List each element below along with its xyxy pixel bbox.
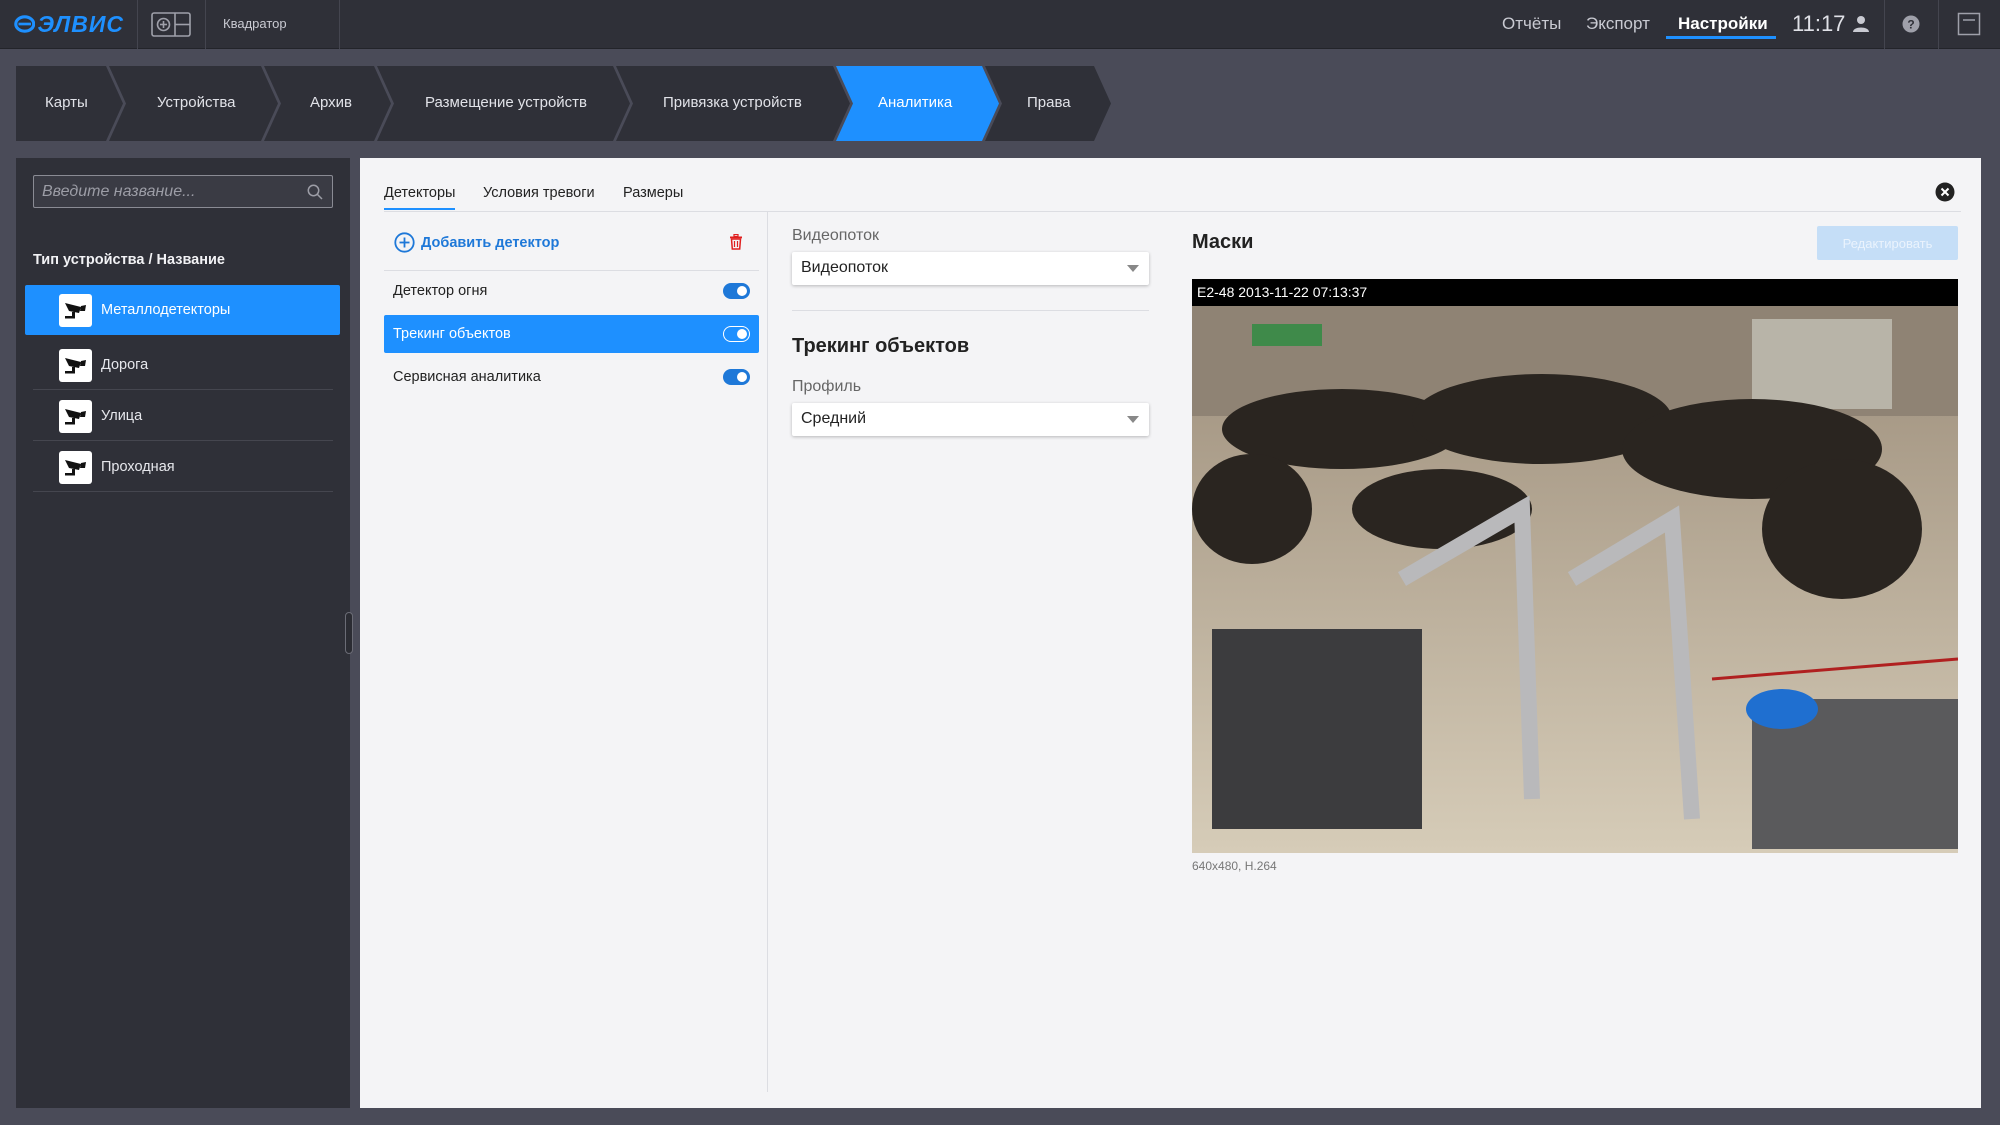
analytics-settings-panel: Детекторы Условия тревоги Размеры Добави…	[360, 158, 1981, 1108]
topbar-divider	[339, 0, 340, 49]
detector-item-service-analytics[interactable]: Сервисная аналитика	[384, 358, 759, 396]
profile-label: Профиль	[792, 378, 862, 395]
device-item-label: Улица	[101, 408, 143, 424]
breadcrumb-rights[interactable]: Права	[1027, 94, 1071, 111]
videostream-value: Видеопоток	[801, 259, 888, 276]
search-icon[interactable]	[307, 184, 323, 200]
svg-text:?: ?	[1907, 18, 1914, 32]
device-item-label: Проходная	[101, 459, 175, 475]
quad-view-icon[interactable]	[151, 12, 191, 37]
detector-toggle[interactable]	[723, 369, 750, 385]
device-item-label: Дорога	[101, 357, 149, 373]
toggle-knob	[737, 372, 747, 382]
device-list-header: Тип устройства / Название	[33, 252, 225, 268]
device-search-box	[33, 175, 333, 208]
detector-item-object-tracking[interactable]: Трекинг объектов	[384, 315, 759, 353]
camera-icon	[59, 349, 92, 382]
close-icon[interactable]	[1935, 182, 1955, 202]
detector-label: Детектор огня	[393, 283, 488, 299]
edit-masks-button[interactable]: Редактировать	[1817, 226, 1958, 260]
video-osd-bar: E2-48 2013-11-22 07:13:37	[1192, 279, 1958, 306]
nav-settings[interactable]: Настройки	[1678, 14, 1768, 34]
nav-reports[interactable]: Отчёты	[1502, 14, 1561, 34]
detector-item-fire[interactable]: Детектор огня	[384, 272, 759, 310]
device-search-input[interactable]	[42, 176, 297, 207]
camera-frame-image	[1192, 279, 1958, 853]
brand-logo[interactable]: ЭЛВИС	[14, 10, 124, 38]
detectors-column: Добавить детектор Детектор огня Трекинг …	[384, 212, 759, 1082]
device-item-checkpoint[interactable]: Проходная	[33, 442, 333, 492]
masks-title: Маски	[1192, 231, 1254, 253]
tab-alarm-conditions[interactable]: Условия тревоги	[483, 185, 595, 201]
detector-toggle[interactable]	[723, 283, 750, 299]
device-item-label: Металлодетекторы	[101, 302, 231, 318]
add-detector-button[interactable]: Добавить детектор	[394, 232, 559, 253]
device-item-metal-detectors[interactable]: Металлодетекторы	[25, 285, 340, 335]
topbar-divider	[1884, 0, 1885, 49]
videostream-select[interactable]: Видеопоток	[792, 252, 1149, 285]
add-detector-label: Добавить детектор	[421, 234, 560, 251]
user-icon[interactable]	[1852, 15, 1870, 33]
topbar-divider	[137, 0, 138, 49]
chevron-down-icon	[1127, 265, 1139, 272]
topbar-divider	[1938, 0, 1939, 49]
toggle-knob	[737, 329, 747, 339]
detector-toggle[interactable]	[723, 326, 750, 342]
camera-video-frame[interactable]: E2-48 2013-11-22 07:13:37	[1192, 279, 1958, 853]
help-icon[interactable]: ?	[1901, 14, 1921, 34]
settings-divider	[792, 310, 1149, 311]
camera-icon	[59, 400, 92, 433]
videostream-label: Видеопоток	[792, 227, 879, 244]
device-item-street[interactable]: Улица	[33, 391, 333, 441]
topbar-divider	[205, 0, 206, 49]
device-list-panel: Тип устройства / Название Металлодетекто…	[16, 158, 350, 1108]
tab-detectors[interactable]: Детекторы	[384, 185, 456, 210]
nav-active-underline	[1666, 36, 1776, 39]
section-title: Трекинг объектов	[792, 335, 970, 357]
detectors-divider	[384, 270, 759, 271]
camera-icon	[59, 451, 92, 484]
detector-label: Трекинг объектов	[393, 326, 511, 342]
profile-select[interactable]: Средний	[792, 403, 1149, 436]
camera-icon	[59, 294, 92, 327]
top-bar: ЭЛВИС Квадратор Отчёты Экспорт Настройки…	[0, 0, 2000, 49]
breadcrumb-maps[interactable]: Карты	[45, 94, 88, 111]
column-divider	[767, 212, 768, 1092]
breadcrumb-analytics[interactable]: Аналитика	[878, 94, 952, 111]
trash-icon[interactable]	[729, 233, 743, 250]
toggle-knob	[737, 286, 747, 296]
window-minimize-icon[interactable]	[1957, 12, 1981, 36]
settings-breadcrumb: Карты Устройства Архив Размещение устрой…	[16, 66, 1116, 141]
brand-logo-icon	[14, 15, 36, 33]
panel-resize-handle[interactable]	[345, 612, 353, 654]
tab-sizes[interactable]: Размеры	[623, 185, 683, 201]
profile-value: Средний	[801, 410, 867, 427]
brand-name: ЭЛВИС	[37, 10, 124, 37]
add-circle-icon	[394, 232, 415, 253]
breadcrumb-archive[interactable]: Архив	[310, 94, 352, 111]
breadcrumb-devices[interactable]: Устройства	[157, 94, 235, 111]
quad-label[interactable]: Квадратор	[223, 16, 287, 31]
detector-label: Сервисная аналитика	[393, 369, 541, 385]
device-item-road[interactable]: Дорога	[33, 340, 333, 390]
chevron-down-icon	[1127, 416, 1139, 423]
breadcrumb-device-placement[interactable]: Размещение устройств	[425, 94, 587, 111]
video-caption: 640x480, H.264	[1192, 859, 1277, 873]
video-osd-text: E2-48 2013-11-22 07:13:37	[1197, 284, 1368, 300]
clock: 11:17	[1792, 11, 1846, 36]
breadcrumb-device-binding[interactable]: Привязка устройств	[663, 94, 802, 111]
nav-export[interactable]: Экспорт	[1586, 14, 1650, 34]
